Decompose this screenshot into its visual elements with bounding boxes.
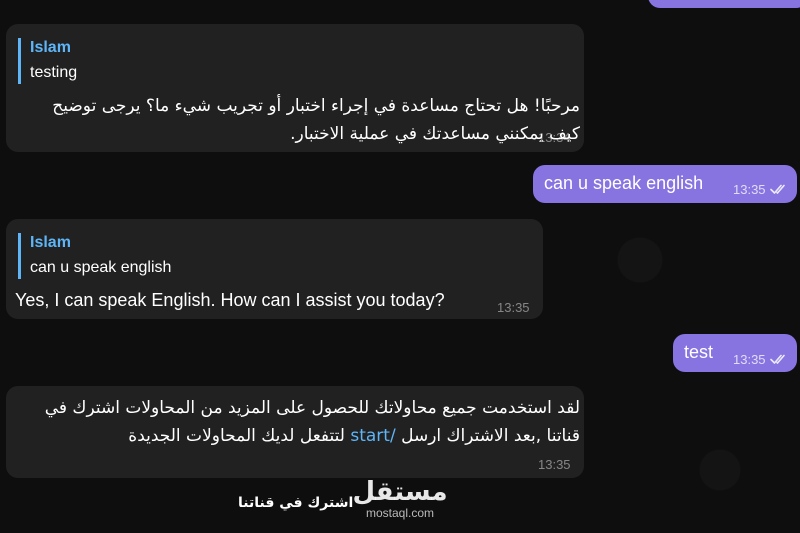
chat-area: Islam testing مرحبًا! هل تحتاج مساعدة في… (0, 0, 800, 533)
message-text: مرحبًا! هل تحتاج مساعدة في إجراء اختبار … (52, 96, 580, 144)
message-text: Yes, I can speak English. How can I assi… (15, 290, 445, 310)
subscribe-channel-button[interactable]: اشترك في قناتنا (238, 495, 353, 511)
reply-author: Islam (30, 234, 71, 251)
bot-command-link[interactable]: /start (350, 426, 395, 446)
reply-quote[interactable]: Islam testing (18, 38, 77, 84)
message-text: لقد استخدمت جميع محاولاتك للحصول على الم… (36, 394, 580, 450)
reply-author: Islam (30, 39, 71, 56)
message-time: 13:35 (733, 352, 766, 367)
message-bubble[interactable]: Islam testing مرحبًا! هل تحتاج مساعدة في… (6, 24, 584, 152)
message-time: 13:34 (538, 130, 571, 145)
reply-quote[interactable]: Islam can u speak english (18, 233, 171, 279)
reply-text: testing (30, 64, 78, 81)
message-bubble[interactable]: can u speak english 13:35 (533, 165, 797, 203)
reply-text: can u speak english (30, 259, 172, 276)
message-time: 13:35 (733, 182, 766, 197)
message-text: can u speak english (544, 173, 704, 193)
message-text-part: لتتفعل لديك المحاولات الجديدة (128, 426, 351, 446)
double-check-icon (770, 184, 785, 194)
message-time: 13:35 (497, 300, 530, 315)
message-bubble[interactable]: لقد استخدمت جميع محاولاتك للحصول على الم… (6, 386, 584, 478)
mostaql-watermark: مستقل mostaql.com (345, 478, 455, 520)
message-time: 13:35 (538, 457, 571, 472)
watermark-logo: مستقل (352, 477, 448, 507)
message-bubble[interactable]: Islam can u speak english Yes, I can spe… (6, 219, 543, 319)
watermark-site: mostaql.com (365, 506, 435, 520)
message-bubble[interactable]: test 13:35 (673, 334, 797, 372)
message-bubble-partial[interactable] (648, 0, 800, 8)
message-text: test (684, 342, 714, 362)
double-check-icon (770, 354, 785, 364)
